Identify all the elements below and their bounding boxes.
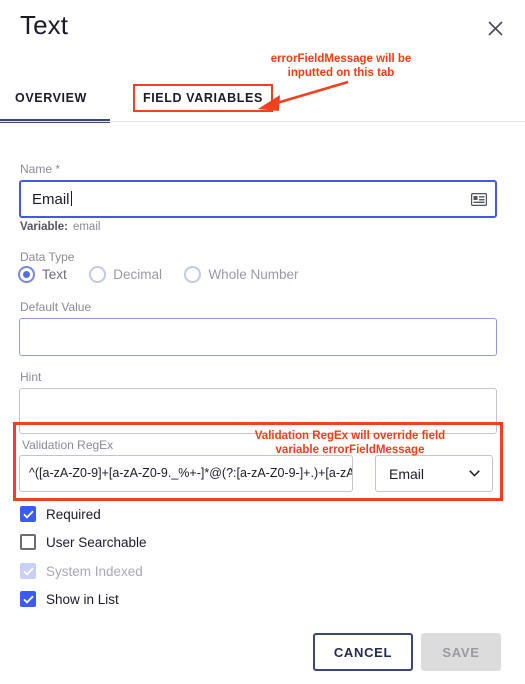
checkbox-show-in-list-icon bbox=[20, 591, 36, 607]
checkbox-user-searchable[interactable]: User Searchable bbox=[20, 531, 147, 553]
annotation-regex-note: Validation RegEx will override field var… bbox=[254, 430, 446, 456]
radio-text-label: Text bbox=[42, 267, 67, 282]
data-type-label: Data Type bbox=[20, 250, 75, 264]
radio-decimal-label: Decimal bbox=[113, 267, 162, 282]
checkbox-system-indexed: System Indexed bbox=[20, 560, 143, 582]
validation-regex-value: ^([a-zA-Z0-9]+[a-zA-Z0-9._%+-]*@(?:[a-zA… bbox=[29, 466, 353, 480]
default-value-label: Default Value bbox=[20, 300, 92, 314]
annotation-tab-note: errorFieldMessage will be inputted on th… bbox=[270, 53, 412, 79]
close-icon[interactable] bbox=[481, 14, 509, 42]
radio-whole-number-icon bbox=[184, 266, 202, 283]
variable-info: Variable: email bbox=[20, 221, 100, 233]
variable-label: Variable: bbox=[20, 221, 68, 233]
validation-regex-input[interactable]: ^([a-zA-Z0-9]+[a-zA-Z0-9._%+-]*@(?:[a-zA… bbox=[19, 455, 353, 492]
name-input[interactable]: Email bbox=[19, 180, 497, 218]
checkbox-required[interactable]: Required bbox=[20, 503, 101, 525]
tab-field-variables[interactable]: FIELD VARIABLES bbox=[133, 84, 273, 112]
default-value-input[interactable] bbox=[19, 318, 497, 356]
checkbox-user-searchable-icon bbox=[20, 534, 36, 550]
validation-regex-preset-select[interactable]: Email bbox=[375, 455, 493, 492]
checkbox-show-in-list[interactable]: Show in List bbox=[20, 588, 119, 610]
validation-regex-preset-value: Email bbox=[389, 466, 425, 482]
variable-value: email bbox=[72, 221, 101, 233]
cancel-button[interactable]: CANCEL bbox=[313, 633, 413, 671]
checkbox-show-in-list-label: Show in List bbox=[46, 591, 119, 607]
tab-bar-divider bbox=[0, 121, 525, 122]
data-type-radio-group: Text Decimal Whole Number bbox=[18, 266, 316, 290]
name-label: Name * bbox=[20, 162, 61, 176]
radio-whole-number[interactable]: Whole Number bbox=[184, 266, 298, 283]
checkbox-required-icon bbox=[20, 506, 36, 522]
radio-text-icon bbox=[18, 266, 35, 283]
checkbox-system-indexed-icon bbox=[20, 563, 36, 579]
radio-decimal-icon bbox=[89, 266, 107, 283]
checkbox-system-indexed-label: System Indexed bbox=[46, 563, 143, 579]
validation-regex-label: Validation RegEx bbox=[22, 438, 114, 452]
radio-whole-number-label: Whole Number bbox=[208, 267, 299, 282]
radio-decimal[interactable]: Decimal bbox=[89, 266, 162, 283]
radio-text[interactable]: Text bbox=[18, 266, 67, 283]
checkbox-user-searchable-label: User Searchable bbox=[46, 534, 147, 550]
page-title: Text bbox=[20, 10, 69, 40]
checkbox-required-label: Required bbox=[46, 506, 101, 522]
text-field-dialog: Text errorFieldMessage will be inputted … bbox=[0, 0, 525, 684]
save-button: SAVE bbox=[421, 633, 501, 671]
tab-overview[interactable]: OVERVIEW bbox=[13, 84, 89, 112]
dialog-footer: CANCEL SAVE bbox=[0, 623, 525, 684]
chevron-down-icon bbox=[469, 470, 480, 477]
hint-input[interactable] bbox=[19, 388, 497, 434]
id-card-icon[interactable] bbox=[471, 193, 487, 206]
name-input-value: Email bbox=[32, 191, 72, 208]
hint-label: Hint bbox=[20, 370, 42, 384]
